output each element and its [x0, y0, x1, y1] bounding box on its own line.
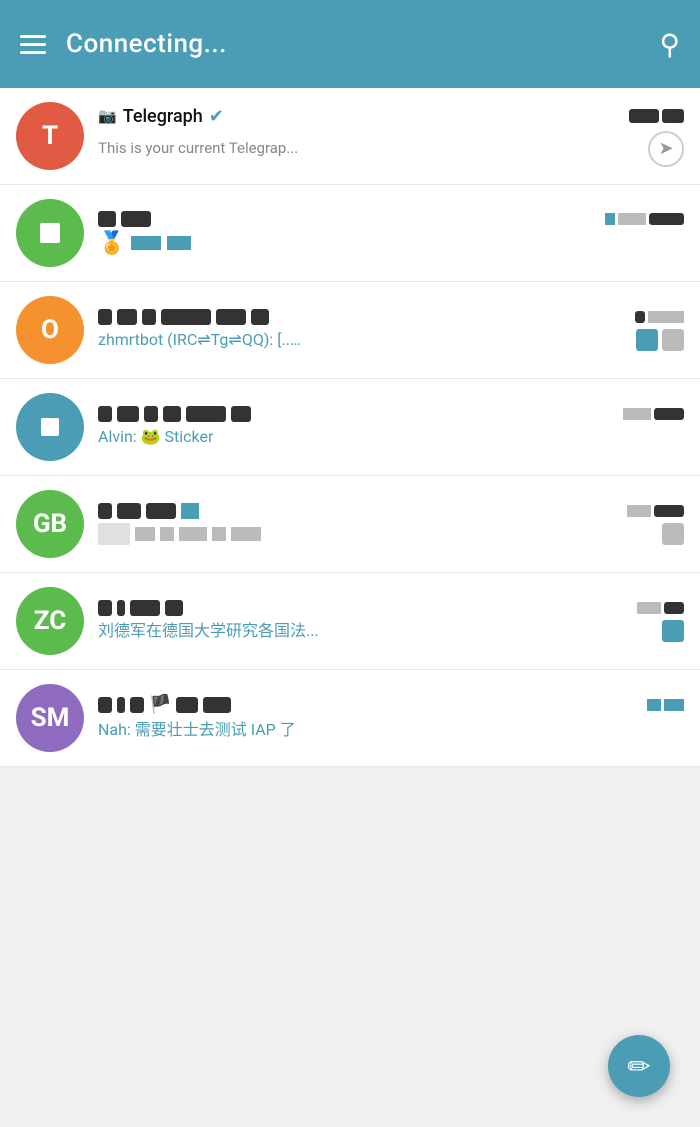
- chat-item-zc[interactable]: ZC 刘德军在德国大学研究各国法...: [0, 573, 700, 670]
- chat-preview-orange: zhmrtbot (IRC⇌Tg⇌QQ): [..…: [98, 329, 301, 351]
- chat-item-telegram[interactable]: T 📷 Telegraph ✔ This is your current Tel…: [0, 88, 700, 185]
- avatar-sm: SM: [16, 684, 84, 752]
- chat-content-green: 🏅: [98, 211, 684, 256]
- chat-item-sm[interactable]: SM 🏴 Nah: 需: [0, 670, 700, 767]
- chat-item-green[interactable]: 🏅: [0, 185, 700, 282]
- chat-right-green: [605, 213, 684, 225]
- chat-right-orange: [635, 311, 684, 323]
- chat-content-telegram: 📷 Telegraph ✔ This is your current Teleg…: [98, 106, 684, 167]
- verified-icon: ✔: [209, 106, 224, 127]
- chat-time-telegram: [629, 109, 684, 124]
- count-icon-orange: [662, 329, 684, 351]
- chat-preview-blue: Alvin: 🐸 Sticker: [98, 426, 213, 448]
- chat-right-blue: [623, 408, 684, 420]
- chat-right-sm: [647, 699, 684, 711]
- chat-item-orange[interactable]: O zhmrtbot: [0, 282, 700, 379]
- chat-item-blue[interactable]: Alvin: 🐸 Sticker: [0, 379, 700, 476]
- avatar-telegram: T: [16, 102, 84, 170]
- chat-content-zc: 刘德军在德国大学研究各国法...: [98, 600, 684, 642]
- header-title: Connecting...: [66, 29, 639, 59]
- chat-right-zc: [637, 602, 684, 614]
- search-button[interactable]: ⚲: [659, 28, 680, 61]
- chat-right-gb: [627, 505, 684, 517]
- avatar-zc: ZC: [16, 587, 84, 655]
- compose-fab[interactable]: ✏: [608, 1035, 670, 1097]
- chat-preview-telegram: This is your current Telegrap...: [98, 138, 298, 159]
- avatar-gb: GB: [16, 490, 84, 558]
- status-icon-orange: [636, 329, 658, 351]
- avatar-square-green: [40, 223, 60, 243]
- chat-right-telegram: [621, 109, 684, 124]
- avatar-blue: [16, 393, 84, 461]
- chat-name-telegram: Telegraph: [123, 106, 203, 127]
- chat-content-blue: Alvin: 🐸 Sticker: [98, 406, 684, 448]
- compose-icon: ✏: [627, 1050, 650, 1083]
- chat-content-gb: [98, 503, 684, 545]
- avatar-square-blue: [41, 418, 59, 436]
- unread-badge-gb: [662, 523, 684, 545]
- camera-mic-icon: 📷: [98, 107, 117, 125]
- avatar-orange: O: [16, 296, 84, 364]
- menu-button[interactable]: [20, 35, 46, 54]
- chat-list: T 📷 Telegraph ✔ This is your current Tel…: [0, 88, 700, 767]
- chat-content-orange: zhmrtbot (IRC⇌Tg⇌QQ): [..…: [98, 309, 684, 351]
- chat-preview-zc: 刘德军在德国大学研究各国法...: [98, 620, 319, 642]
- app-header: Connecting... ⚲: [0, 0, 700, 88]
- chat-item-gb[interactable]: GB: [0, 476, 700, 573]
- forward-button-telegram[interactable]: ➤: [648, 131, 684, 167]
- chat-content-sm: 🏴 Nah: 需要壮士去测试 IAP 了: [98, 694, 684, 741]
- unread-badge-zc: [662, 620, 684, 642]
- chat-preview-sm: Nah: 需要壮士去测试 IAP 了: [98, 719, 296, 741]
- avatar-green: [16, 199, 84, 267]
